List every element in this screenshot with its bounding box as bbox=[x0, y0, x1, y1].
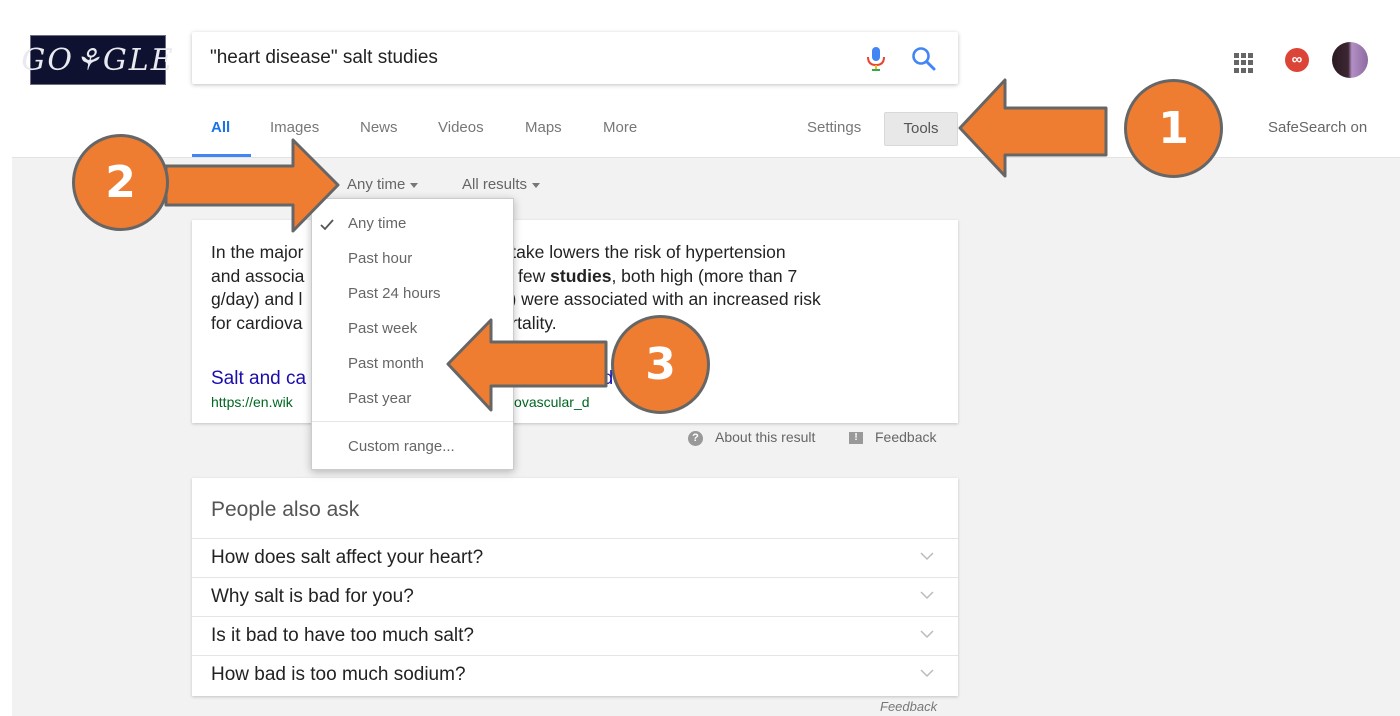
time-filter-dropdown: Any time Past hour Past 24 hours Past we… bbox=[311, 198, 514, 470]
paa-title: People also ask bbox=[211, 498, 360, 521]
snippet-bold: studies bbox=[550, 265, 612, 286]
time-filter-menu[interactable]: Any time bbox=[347, 176, 419, 193]
dropdown-item-past-year[interactable]: Past year bbox=[348, 390, 411, 407]
chevron-down-icon bbox=[920, 669, 934, 678]
feedback-bottom-link[interactable]: Feedback bbox=[880, 699, 937, 714]
avatar[interactable] bbox=[1332, 42, 1368, 78]
dropdown-item-custom-range[interactable]: Custom range... bbox=[348, 438, 455, 455]
results-filter-label: All results bbox=[462, 176, 528, 193]
google-doodle-logo[interactable]: GO⚘GLE bbox=[21, 35, 173, 85]
apps-grid-icon[interactable] bbox=[1234, 53, 1254, 73]
search-box bbox=[192, 32, 958, 84]
notifications-icon[interactable]: ∞ bbox=[1285, 48, 1309, 72]
featured-snippet: In the major sodium intake lowers the ris… bbox=[192, 220, 958, 423]
about-this-result-link[interactable]: ? About this result bbox=[688, 429, 815, 446]
link-text: ed bbox=[592, 368, 614, 389]
about-label: About this result bbox=[715, 429, 816, 445]
tools-button[interactable]: Tools bbox=[884, 112, 958, 146]
paa-question-text: How bad is too much sodium? bbox=[211, 664, 466, 685]
dropdown-item-past-week[interactable]: Past week bbox=[348, 320, 417, 337]
feedback-link[interactable]: ! Feedback bbox=[849, 429, 936, 445]
chevron-down-icon bbox=[532, 182, 541, 188]
dropdown-item-past-hour[interactable]: Past hour bbox=[348, 250, 412, 267]
help-icon: ? bbox=[688, 430, 703, 446]
chevron-down-icon bbox=[920, 552, 934, 561]
annotation-step-2: 2 bbox=[72, 134, 169, 231]
tab-more[interactable]: More bbox=[603, 119, 637, 136]
tab-videos[interactable]: Videos bbox=[438, 119, 484, 136]
chevron-down-icon bbox=[920, 591, 934, 600]
dropdown-item-any-time[interactable]: Any time bbox=[348, 215, 406, 232]
paa-question-text: Why salt is bad for you? bbox=[211, 586, 414, 607]
snippet-line: and associa bbox=[211, 265, 305, 286]
paa-question-text: Is it bad to have too much salt? bbox=[211, 625, 474, 646]
chevron-down-icon bbox=[410, 182, 419, 188]
microphone-icon[interactable] bbox=[864, 46, 888, 72]
chevron-down-icon bbox=[920, 630, 934, 639]
people-also-ask: People also ask How does salt affect you… bbox=[192, 478, 958, 696]
time-filter-label: Any time bbox=[347, 176, 406, 193]
tab-maps[interactable]: Maps bbox=[525, 119, 562, 136]
settings-link[interactable]: Settings bbox=[807, 119, 861, 136]
paa-question[interactable]: How bad is too much sodium? bbox=[192, 655, 958, 695]
search-input[interactable] bbox=[210, 32, 830, 84]
search-icon[interactable] bbox=[910, 45, 938, 73]
dropdown-divider bbox=[312, 421, 513, 422]
feedback-label: Feedback bbox=[875, 429, 937, 445]
results-filter-menu[interactable]: All results bbox=[462, 176, 541, 193]
paa-question[interactable]: How does salt affect your heart? bbox=[192, 538, 958, 578]
tab-all[interactable]: All bbox=[211, 119, 230, 136]
annotation-step-3: 3 bbox=[611, 315, 710, 414]
snippet-line: g/day) and l bbox=[211, 289, 303, 309]
snippet-line: for cardiova bbox=[211, 312, 303, 333]
tab-news[interactable]: News bbox=[360, 119, 398, 136]
safesearch-status[interactable]: SafeSearch on bbox=[1268, 119, 1367, 136]
url-text: https://en.wik bbox=[211, 394, 293, 410]
paa-question-text: How does salt affect your heart? bbox=[211, 547, 484, 568]
feedback-icon: ! bbox=[849, 432, 863, 445]
snippet-line: , both high (more than 7 bbox=[611, 265, 798, 286]
active-tab-indicator bbox=[192, 154, 251, 157]
annotation-step-1: 1 bbox=[1124, 79, 1223, 178]
dropdown-item-past-24-hours[interactable]: Past 24 hours bbox=[348, 285, 441, 302]
checkmark-icon bbox=[320, 219, 334, 231]
snippet-line: In the major bbox=[211, 242, 304, 262]
link-text: Salt and ca bbox=[211, 368, 307, 389]
dropdown-item-past-month[interactable]: Past month bbox=[348, 355, 424, 372]
tab-images[interactable]: Images bbox=[270, 119, 319, 136]
paa-question[interactable]: Is it bad to have too much salt? bbox=[192, 616, 958, 656]
paa-question[interactable]: Why salt is bad for you? bbox=[192, 577, 958, 617]
